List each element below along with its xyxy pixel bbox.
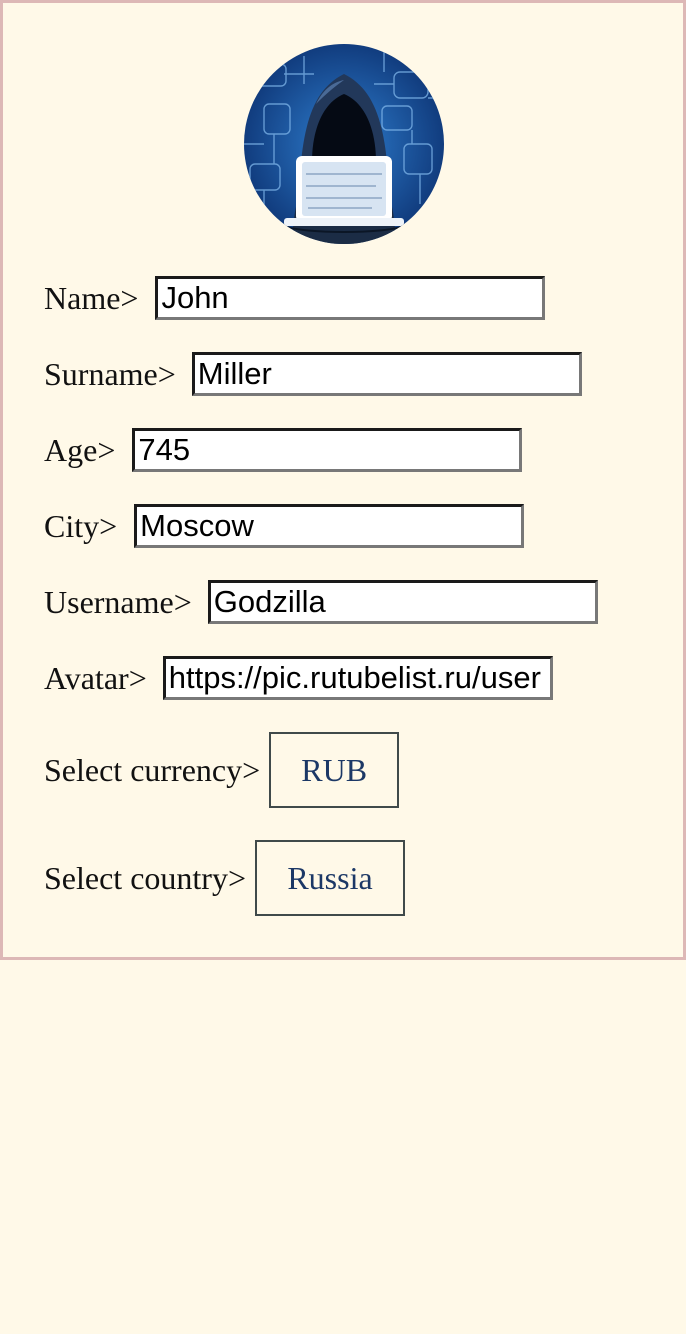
name-input[interactable] — [155, 276, 546, 320]
avatar-url-label: Avatar> — [44, 659, 147, 696]
city-row: City> — [44, 503, 525, 549]
username-label: Username> — [44, 583, 192, 620]
name-label: Name> — [44, 279, 139, 316]
avatar — [244, 44, 444, 244]
age-row: Age> — [44, 427, 523, 473]
age-label: Age> — [44, 431, 116, 468]
surname-label: Surname> — [44, 355, 176, 392]
avatar-row: Avatar> — [44, 655, 553, 701]
surname-input[interactable] — [191, 352, 582, 396]
currency-label: Select currency> — [44, 751, 261, 788]
country-row: Select country> Russia — [44, 840, 405, 916]
age-input[interactable] — [132, 428, 523, 472]
city-label: City> — [44, 507, 118, 544]
currency-row: Select currency> RUB — [44, 732, 400, 808]
username-row: Username> — [44, 579, 598, 625]
city-input[interactable] — [134, 504, 525, 548]
surname-row: Surname> — [44, 351, 582, 397]
avatar-url-input[interactable] — [162, 656, 553, 700]
username-input[interactable] — [207, 580, 598, 624]
hooded-hacker-icon — [244, 44, 444, 244]
country-label: Select country> — [44, 859, 246, 896]
profile-card: Name> Surname> Age> City> Username> Avat… — [0, 0, 686, 960]
name-row: Name> — [44, 275, 546, 321]
currency-select[interactable]: RUB — [269, 732, 400, 808]
country-select[interactable]: Russia — [254, 840, 405, 916]
